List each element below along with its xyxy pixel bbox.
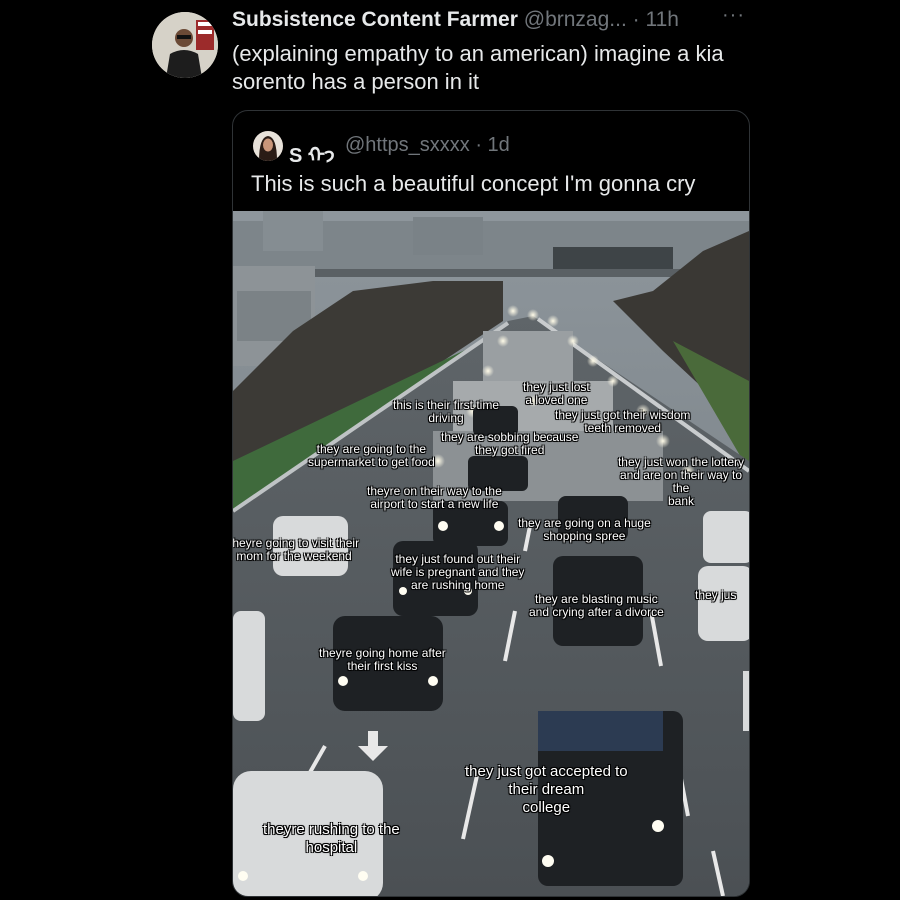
quoted-author-avatar xyxy=(253,131,283,161)
more-options-icon[interactable]: ··· xyxy=(722,4,745,27)
caption-supermarket: they are going to the supermarket to get… xyxy=(308,442,435,469)
caption-first-kiss: theyre going home after their first kiss xyxy=(319,646,446,673)
caption-first-time-driving: this is their first time driving xyxy=(393,398,500,425)
author-name[interactable]: Subsistence Content Farmer xyxy=(232,8,518,31)
caption-dream-college: they just got accepted to their dream co… xyxy=(465,763,628,816)
caption-visit-mom: theyre going to visit their mom for the … xyxy=(233,536,360,563)
quoted-author-name: S ᡣ𐭩 xyxy=(289,145,335,167)
caption-they-jus: they jus xyxy=(695,588,737,602)
quoted-author-handle: @https_sxxxx · 1d xyxy=(345,134,510,156)
caption-shopping-spree: they are going on a huge shopping spree xyxy=(518,516,651,543)
caption-lost-loved-one: they just lost a loved one xyxy=(523,380,590,407)
caption-wife-pregnant: they just found out their wife is pregna… xyxy=(391,552,525,592)
author-avatar[interactable] xyxy=(152,12,218,78)
caption-airport: theyre on their way to the airport to st… xyxy=(367,484,502,511)
tweet-timestamp[interactable]: · 11h xyxy=(633,8,679,31)
author-handle[interactable]: @brnzag... xyxy=(524,8,627,31)
traffic-photo[interactable]: they just lost a loved one this is their… xyxy=(233,211,749,896)
caption-blasting-music: they are blasting music and crying after… xyxy=(529,592,664,619)
quoted-tweet-card[interactable]: S ᡣ𐭩 @https_sxxxx · 1d This is such a be… xyxy=(232,110,750,897)
tweet-text: (explaining empathy to an american) imag… xyxy=(232,41,724,94)
caption-sobbing-fired: they are sobbing because they got fired xyxy=(441,430,579,457)
tweet-header: Subsistence Content Farmer @brnzag... · … xyxy=(232,8,752,32)
quoted-tweet-text: This is such a beautiful concept I'm gon… xyxy=(251,171,696,196)
caption-rushing-hospital: theyre rushing to the hospital xyxy=(263,821,400,856)
caption-won-lottery: they just won the lottery and are on the… xyxy=(617,455,745,508)
